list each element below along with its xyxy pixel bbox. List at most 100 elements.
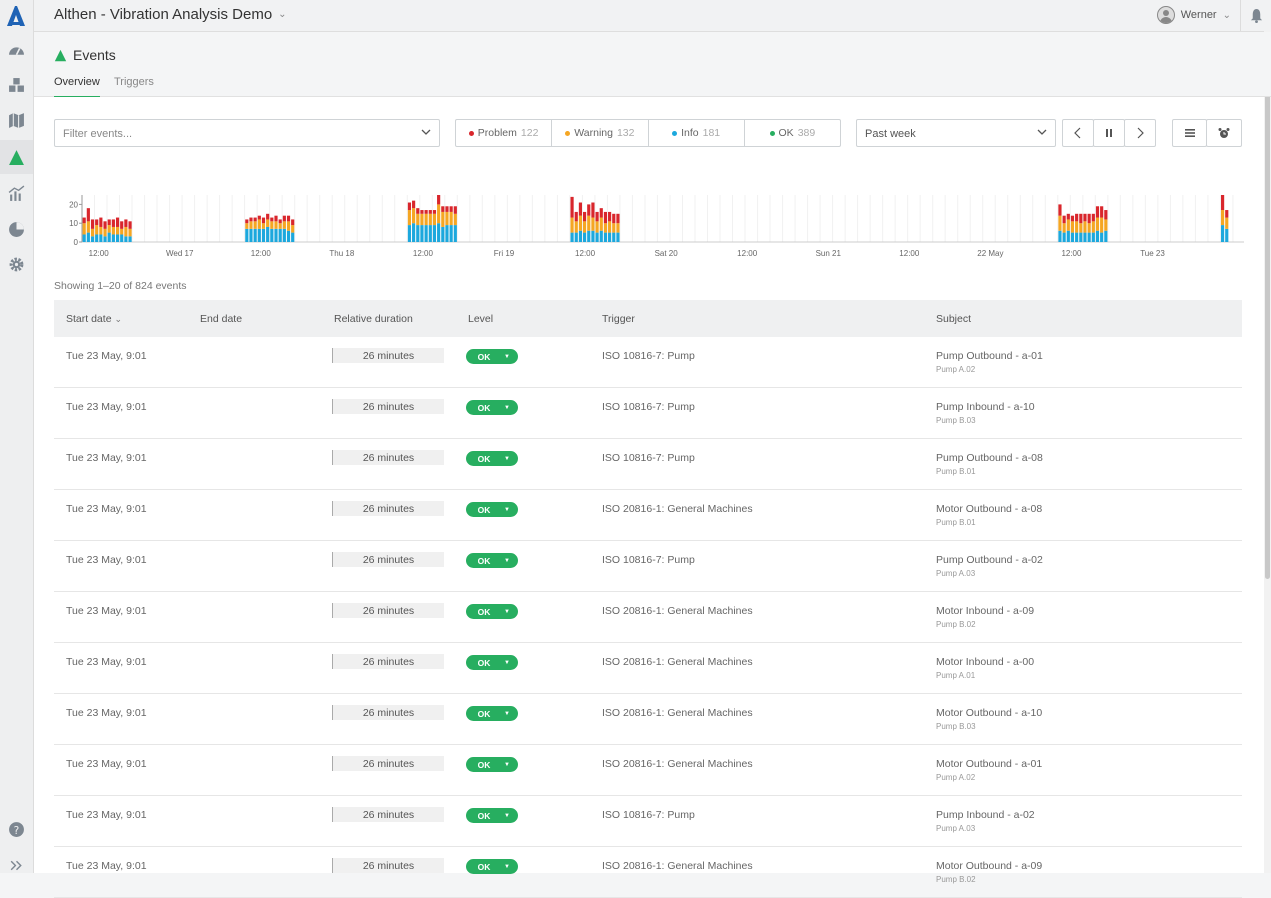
column-end-date[interactable]: End date — [200, 313, 242, 325]
subject-device[interactable]: Pump B.01 — [936, 518, 976, 527]
trigger-cell[interactable]: ISO 20816-1: General Machines — [602, 605, 753, 617]
subject-link[interactable]: Pump Inbound - a-10 — [936, 401, 1035, 413]
level-filter-problem[interactable]: Problem 122 — [456, 120, 553, 146]
level-badge-dropdown[interactable]: OK ▼ — [466, 349, 518, 364]
subject-device[interactable]: Pump A.03 — [936, 569, 975, 578]
table-row[interactable]: Tue 23 May, 9:01 26 minutes OK ▼ ISO 10816-7… — [54, 541, 1242, 592]
trigger-cell[interactable]: ISO 20816-1: General Machines — [602, 758, 753, 770]
trigger-cell[interactable]: ISO 20816-1: General Machines — [602, 707, 753, 719]
subject-link[interactable]: Motor Outbound - a-01 — [936, 758, 1042, 770]
subject-link[interactable]: Pump Outbound - a-02 — [936, 554, 1043, 566]
subject-link[interactable]: Motor Outbound - a-09 — [936, 860, 1042, 872]
level-badge-label: OK — [477, 606, 491, 617]
bar-segment-info — [1221, 225, 1225, 242]
date-range-select[interactable]: Past week — [856, 119, 1056, 147]
trigger-cell[interactable]: ISO 10816-7: Pump — [602, 554, 695, 566]
filter-events-input[interactable]: Filter events... — [54, 119, 440, 147]
table-row[interactable]: Tue 23 May, 9:01 26 minutes OK ▼ ISO 20816-1… — [54, 694, 1242, 745]
bar-segment-info — [420, 225, 424, 242]
subject-device[interactable]: Pump A.02 — [936, 365, 975, 374]
subject-link[interactable]: Motor Inbound - a-00 — [936, 656, 1034, 668]
level-filter-ok[interactable]: OK 389 — [745, 120, 840, 146]
trigger-cell[interactable]: ISO 10816-7: Pump — [602, 350, 695, 362]
level-badge-dropdown[interactable]: OK ▼ — [466, 451, 518, 466]
table-row[interactable]: Tue 23 May, 9:01 26 minutes OK ▼ ISO 10816-7… — [54, 439, 1242, 490]
table-row[interactable]: Tue 23 May, 9:01 26 minutes OK ▼ ISO 10816-7… — [54, 796, 1242, 847]
column-start-date[interactable]: Start date ⌄ — [66, 313, 122, 325]
subject-link[interactable]: Pump Inbound - a-02 — [936, 809, 1035, 821]
expand-sidebar-button[interactable] — [0, 848, 33, 882]
table-row[interactable]: Tue 23 May, 9:01 26 minutes OK ▼ ISO 20816-1… — [54, 490, 1242, 541]
relative-duration-bar: 26 minutes — [332, 654, 444, 669]
tab-overview[interactable]: Overview — [54, 76, 100, 98]
next-button[interactable] — [1124, 119, 1156, 147]
trigger-cell[interactable]: ISO 10816-7: Pump — [602, 809, 695, 821]
subject-link[interactable]: Motor Outbound - a-10 — [936, 707, 1042, 719]
subject-device[interactable]: Pump A.02 — [936, 773, 975, 782]
previous-button[interactable] — [1062, 119, 1094, 147]
sidebar-item-dashboard[interactable] — [0, 33, 33, 67]
table-row[interactable]: Tue 23 May, 9:01 26 minutes OK ▼ ISO 20816-1… — [54, 592, 1242, 643]
svg-text:?: ? — [14, 823, 20, 836]
user-menu[interactable]: Werner ⌄ — [1156, 6, 1231, 24]
bar-segment-info — [416, 225, 420, 242]
level-badge-dropdown[interactable]: OK ▼ — [466, 859, 518, 874]
table-row[interactable]: Tue 23 May, 9:01 26 minutes OK ▼ ISO 20816-1… — [54, 643, 1242, 694]
level-badge-dropdown[interactable]: OK ▼ — [466, 553, 518, 568]
sidebar-item-map[interactable] — [0, 103, 33, 137]
reports-icon — [9, 221, 24, 237]
sidebar-item-reports[interactable] — [0, 212, 33, 246]
level-badge-dropdown[interactable]: OK ▼ — [466, 706, 518, 721]
sidebar-item-events[interactable] — [0, 140, 33, 174]
trigger-cell[interactable]: ISO 20816-1: General Machines — [602, 860, 753, 872]
trigger-cell[interactable]: ISO 10816-7: Pump — [602, 401, 695, 413]
map-icon — [9, 112, 24, 128]
subject-device[interactable]: Pump A.03 — [936, 824, 975, 833]
sidebar-item-settings[interactable] — [0, 247, 33, 281]
list-view-button[interactable] — [1172, 119, 1207, 147]
level-filter-warning[interactable]: Warning 132 — [552, 120, 649, 146]
trigger-cell[interactable]: ISO 20816-1: General Machines — [602, 503, 753, 515]
help-button[interactable]: ? — [0, 812, 33, 846]
subject-device[interactable]: Pump B.02 — [936, 875, 976, 884]
sidebar-item-measurements[interactable] — [0, 176, 33, 210]
app-logo-icon[interactable] — [4, 4, 28, 28]
pause-button[interactable] — [1093, 119, 1125, 147]
subject-device[interactable]: Pump B.03 — [936, 722, 976, 731]
trigger-cell[interactable]: ISO 10816-7: Pump — [602, 452, 695, 464]
notifications-button[interactable] — [1240, 0, 1271, 31]
level-badge-dropdown[interactable]: OK ▼ — [466, 604, 518, 619]
bar-segment-info — [1079, 232, 1083, 242]
table-row[interactable]: Tue 23 May, 9:01 26 minutes OK ▼ ISO 10816-7… — [54, 388, 1242, 439]
column-level[interactable]: Level — [468, 313, 493, 325]
subject-device[interactable]: Pump B.03 — [936, 416, 976, 425]
subject-device[interactable]: Pump B.01 — [936, 467, 976, 476]
subject-device[interactable]: Pump A.01 — [936, 671, 975, 680]
scrollbar-thumb[interactable] — [1265, 77, 1270, 579]
level-badge-dropdown[interactable]: OK ▼ — [466, 808, 518, 823]
subject-link[interactable]: Pump Outbound - a-08 — [936, 452, 1043, 464]
level-badge-dropdown[interactable]: OK ▼ — [466, 757, 518, 772]
app-title[interactable]: Althen - Vibration Analysis Demo ⌄ — [54, 6, 287, 23]
bar-segment-warning — [1062, 223, 1066, 233]
caret-down-icon: ▼ — [504, 404, 510, 411]
sidebar-item-groups[interactable] — [0, 68, 33, 102]
subject-link[interactable]: Motor Outbound - a-08 — [936, 503, 1042, 515]
subject-link[interactable]: Motor Inbound - a-09 — [936, 605, 1034, 617]
column-relative-duration[interactable]: Relative duration — [334, 313, 413, 325]
level-badge-dropdown[interactable]: OK ▼ — [466, 655, 518, 670]
events-histogram[interactable]: 20 10 0 12:00 Wed 17 12:00 Thu 18 12:00 Fri 19 12… — [54, 185, 1244, 265]
tab-triggers[interactable]: Triggers — [114, 76, 154, 96]
subject-device[interactable]: Pump B.02 — [936, 620, 976, 629]
table-row[interactable]: Tue 23 May, 9:01 26 minutes OK ▼ ISO 10816-7… — [54, 337, 1242, 388]
table-row[interactable]: Tue 23 May, 9:01 26 minutes OK ▼ ISO 20816-1… — [54, 745, 1242, 796]
level-badge-dropdown[interactable]: OK ▼ — [466, 502, 518, 517]
page-scrollbar[interactable] — [1264, 31, 1271, 873]
column-subject[interactable]: Subject — [936, 313, 971, 325]
subject-link[interactable]: Pump Outbound - a-01 — [936, 350, 1043, 362]
trigger-cell[interactable]: ISO 20816-1: General Machines — [602, 656, 753, 668]
level-filter-info[interactable]: Info 181 — [649, 120, 745, 146]
alarm-settings-button[interactable] — [1206, 119, 1242, 147]
column-trigger[interactable]: Trigger — [602, 313, 635, 325]
level-badge-dropdown[interactable]: OK ▼ — [466, 400, 518, 415]
